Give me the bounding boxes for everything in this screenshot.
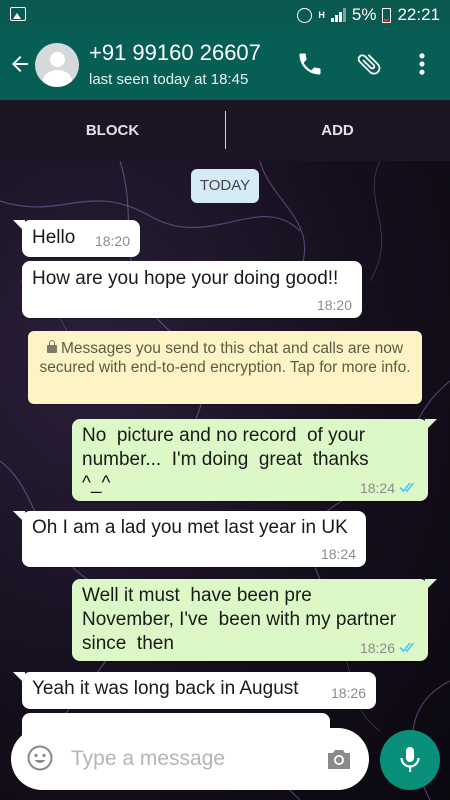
chat-area[interactable]: TODAY Hello 18:20 How are you hope your … xyxy=(0,161,450,800)
lock-icon xyxy=(46,340,57,353)
message-text: Well it must have been pre November, I'v… xyxy=(82,585,397,654)
date-chip: TODAY xyxy=(191,169,259,203)
message-text: Oh I am a lad you met last year in UK xyxy=(32,517,348,538)
encryption-notice[interactable]: Messages you send to this chat and calls… xyxy=(28,331,422,404)
double-tick-icon xyxy=(399,642,415,653)
message-text: Hello xyxy=(32,227,76,248)
message-text: How are you hope your doing good!! xyxy=(32,268,339,289)
encryption-notice-text: Messages you send to this chat and calls… xyxy=(39,340,411,376)
avatar-icon[interactable] xyxy=(35,43,79,87)
signal-icon xyxy=(330,8,346,22)
mic-icon xyxy=(400,747,420,772)
message-bubble-outgoing[interactable]: No picture and no record of your number.… xyxy=(72,419,437,501)
message-text: No picture and no record of your number.… xyxy=(82,425,369,494)
message-input[interactable]: Type a message xyxy=(71,747,225,771)
message-bubble-incoming[interactable]: How are you hope your doing good!! 18:20 xyxy=(22,261,362,318)
mic-button[interactable] xyxy=(380,730,440,790)
network-type: H xyxy=(318,9,325,20)
battery-icon xyxy=(382,7,392,23)
gallery-icon xyxy=(10,7,26,21)
message-time: 18:24 xyxy=(320,546,356,562)
message-bubble-incoming[interactable]: Yeah it was long back in August 18:26 xyxy=(13,672,376,709)
unknown-contact-bar: BLOCK ADD xyxy=(0,100,450,161)
chat-header: +91 99160 26607 last seen today at 18:45 xyxy=(0,30,450,100)
status-bar: H 5% 22:21 xyxy=(0,0,450,30)
contact-name[interactable]: +91 99160 26607 xyxy=(89,40,261,66)
last-seen: last seen today at 18:45 xyxy=(89,71,249,88)
message-time: 18:24 xyxy=(359,480,395,496)
message-time: 18:20 xyxy=(94,233,130,249)
message-composer[interactable]: Type a message xyxy=(11,728,369,790)
message-time: 18:20 xyxy=(316,297,352,313)
camera-icon[interactable] xyxy=(325,747,353,771)
emoji-icon[interactable] xyxy=(27,745,53,771)
alarm-icon xyxy=(297,7,313,23)
message-text: Yeah it was long back in August xyxy=(32,678,299,699)
message-bubble-incoming[interactable]: Hello 18:20 xyxy=(13,220,140,257)
attach-icon[interactable] xyxy=(355,50,383,78)
message-time: 18:26 xyxy=(359,640,395,656)
message-bubble-incoming[interactable]: Oh I am a lad you met last year in UK 18… xyxy=(13,511,366,567)
message-bubble-outgoing[interactable]: Well it must have been pre November, I'v… xyxy=(72,579,437,661)
clock: 22:21 xyxy=(397,5,440,24)
phone-icon[interactable] xyxy=(296,50,324,78)
double-tick-icon xyxy=(399,482,415,493)
block-button[interactable]: BLOCK xyxy=(0,100,225,161)
more-vert-icon[interactable] xyxy=(408,50,436,78)
add-button[interactable]: ADD xyxy=(225,100,450,161)
back-arrow-icon[interactable] xyxy=(8,52,32,76)
battery-percent: 5% xyxy=(351,5,377,24)
message-time: 18:26 xyxy=(330,685,366,701)
